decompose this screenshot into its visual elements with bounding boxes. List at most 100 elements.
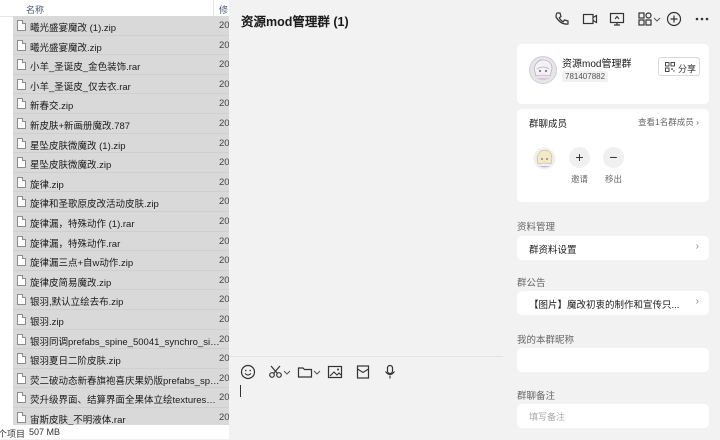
file-row[interactable]: 荧二破动态新春旗袍喜庆果奶版prefabs_spine... 20 (13, 368, 229, 389)
file-icon (17, 294, 26, 306)
file-row[interactable]: 银羽.zip 20 (13, 309, 229, 330)
file-row[interactable]: 新皮肤+新画册魔改.787 20 (13, 113, 229, 134)
apps-chevron-icon[interactable] (653, 10, 661, 28)
file-icon (17, 59, 26, 71)
voice-call-icon[interactable] (553, 10, 571, 28)
group-settings-row[interactable]: 群资料设置 › (517, 236, 709, 260)
file-row[interactable]: 旋律.zip 20 (13, 172, 229, 193)
file-icon (17, 137, 26, 149)
file-name: 银羽,默认立绘去布.zip (30, 297, 124, 309)
file-row[interactable]: 旋律漏，特殊动作.rar 20 (13, 231, 229, 252)
explorer-column-header: 名称 修 (0, 0, 229, 17)
apps-grid-icon[interactable] (636, 10, 654, 28)
file-row[interactable]: 小羊_圣诞皮_仅去衣.rar 20 (13, 74, 229, 95)
member-avatar[interactable] (533, 147, 556, 170)
image-icon[interactable] (326, 363, 344, 381)
file-icon (17, 98, 26, 110)
chat-pane: 资源mod管理群 (1) (229, 0, 503, 439)
column-modified-header[interactable]: 修 (219, 3, 228, 16)
group-remark-label: 群聊备注 (517, 391, 556, 402)
file-icon (17, 176, 26, 188)
file-modified-date: 20 (219, 255, 229, 267)
chat-title: 资源mod管理群 (1) (241, 15, 349, 29)
microphone-icon[interactable] (381, 363, 399, 381)
group-info-panel: 资源mod管理群 781407882 分享 群聊成员 查看1名群成员 › + 邀… (503, 34, 720, 439)
file-icon (17, 196, 26, 208)
file-icon (17, 157, 26, 169)
qr-code-icon (665, 62, 675, 72)
file-modified-date: 20 (219, 333, 229, 345)
file-row[interactable]: 星坠皮肤微魔改 (1).zip 20 (13, 133, 229, 154)
screen-share-icon[interactable] (608, 10, 626, 28)
red-packet-icon[interactable] (354, 363, 372, 381)
file-row[interactable]: 旋律漏，特殊动作 (1).rar 20 (13, 211, 229, 232)
group-name: 资源mod管理群 (562, 59, 632, 70)
file-row[interactable]: 银羽夏日二阶皮肤.zip 20 (13, 349, 229, 369)
file-modified-date: 20 (219, 196, 229, 208)
file-name: 荧二破动态新春旗袍喜庆果奶版prefabs_spine... (30, 375, 220, 387)
file-row[interactable]: 银羽,默认立绘去布.zip 20 (13, 290, 229, 310)
file-modified-date: 20 (219, 20, 229, 31)
file-name: 旋律和圣歌原皮改活动皮肤.zip (30, 199, 159, 211)
file-explorer: 名称 修 曦光盛宴魔改 (1).zip 20 曦光盛宴魔改.zip 20 小羊_圣诞皮_… (0, 0, 229, 439)
more-options-icon[interactable] (693, 10, 711, 28)
file-icon (17, 78, 26, 90)
file-options-chevron-icon[interactable] (313, 363, 321, 381)
file-icon (17, 353, 26, 365)
input-area[interactable] (229, 356, 503, 440)
chevron-right-icon: › (695, 296, 699, 307)
view-all-members-link[interactable]: 查看1名群成员 › (638, 116, 699, 128)
file-row[interactable]: 小羊_圣诞皮_金色装饰.rar 20 (13, 55, 229, 75)
minus-icon: − (609, 149, 618, 165)
group-avatar[interactable] (529, 56, 557, 84)
file-modified-date: 20 (219, 313, 229, 325)
file-row[interactable]: 旋律和圣歌原皮改活动皮肤.zip 20 (13, 192, 229, 212)
chevron-right-icon: › (695, 241, 699, 252)
file-row[interactable]: 旋律漏三点+自w动作.zip 20 (13, 251, 229, 271)
file-name: 新皮肤+新画册魔改.787 (30, 120, 131, 132)
screenshot-options-chevron-icon[interactable] (283, 363, 291, 381)
status-size: 507 MB (29, 427, 61, 437)
invite-label: 邀请 (571, 174, 589, 184)
file-row[interactable]: 新春交.zip 20 (13, 94, 229, 114)
file-modified-date: 20 (219, 372, 229, 384)
file-icon (17, 333, 26, 345)
file-modified-date: 20 (219, 98, 229, 110)
file-name: 宙斯皮肤_不明液体.rar (30, 414, 126, 426)
file-row[interactable]: 荧升级界面、结算界面全果体立绘textures_big... 20 (13, 388, 229, 408)
add-circle-icon[interactable] (665, 10, 683, 28)
column-separator[interactable] (213, 0, 214, 16)
file-name: 旋律漏，特殊动作.rar (30, 238, 121, 250)
file-row[interactable]: 星坠皮肤微魔改.zip 20 (13, 153, 229, 173)
file-row[interactable]: 银羽同调prefabs_spine_50041_synchro_silve...… (13, 329, 229, 350)
file-icon (17, 215, 26, 227)
file-modified-date: 20 (219, 117, 229, 129)
column-name-header[interactable]: 名称 (26, 3, 44, 16)
file-row[interactable]: 旋律皮简易魔改.zip 20 (13, 270, 229, 291)
emoji-icon[interactable] (239, 363, 257, 381)
file-icon (17, 235, 26, 247)
file-modified-date: 20 (219, 39, 229, 51)
folder-icon[interactable] (296, 363, 314, 381)
group-profile-card[interactable]: 资源mod管理群 781407882 分享 (517, 44, 709, 104)
file-row[interactable]: 曦光盛宴魔改 (1).zip 20 (13, 16, 229, 36)
my-nickname-field[interactable] (517, 348, 709, 372)
share-button[interactable]: 分享 (658, 57, 700, 76)
remove-label: 移出 (605, 174, 623, 184)
file-name: 小羊_圣诞皮_金色装饰.rar (30, 62, 141, 74)
file-icon (17, 313, 26, 325)
file-name: 银羽.zip (30, 316, 64, 328)
invite-member-button[interactable]: + (569, 147, 590, 168)
group-remark-field[interactable]: 填写备注 (517, 404, 709, 428)
chevron-right-icon: › (696, 117, 699, 127)
file-modified-date: 20 (219, 59, 229, 71)
view-all-members-label: 查看1名群成员 (638, 117, 694, 127)
video-call-icon[interactable] (581, 10, 599, 28)
file-row[interactable]: 曦光盛宴魔改.zip 20 (13, 35, 229, 56)
file-name: 曦光盛宴魔改 (1).zip (30, 23, 117, 34)
file-icon (17, 255, 26, 267)
file-name: 星坠皮肤微魔改.zip (30, 160, 112, 172)
file-icon (17, 372, 26, 384)
announcement-row[interactable]: 【图片】魔改初衷的制作和宣传只... › (517, 291, 709, 315)
remove-member-button[interactable]: − (603, 147, 624, 168)
